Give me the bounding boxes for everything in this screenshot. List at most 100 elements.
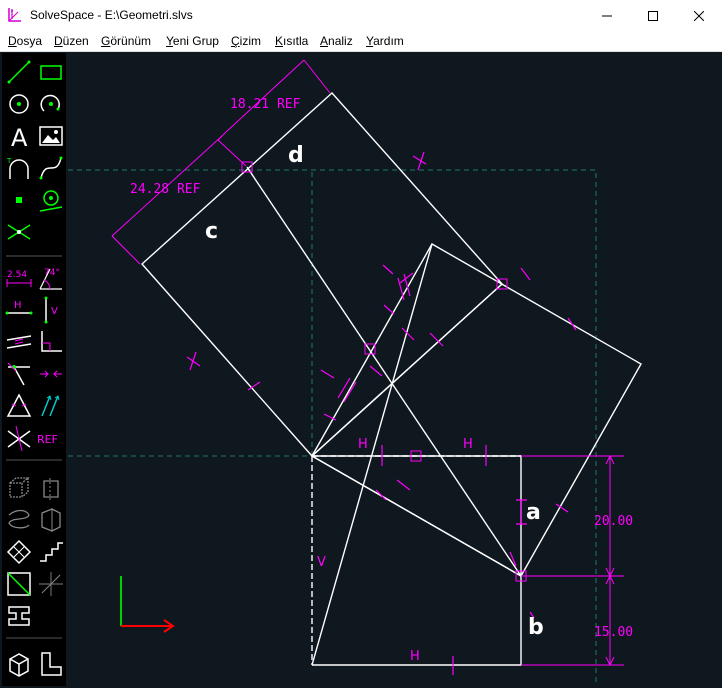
parallel-icon	[6, 335, 32, 349]
lower-diagonal[interactable]	[311, 455, 522, 577]
circle-tool-button[interactable]	[4, 89, 34, 119]
line-tool-button[interactable]	[4, 57, 34, 87]
reference-toggle-button[interactable]: REF	[36, 423, 66, 453]
symmetric-constraint-button[interactable]	[36, 359, 66, 389]
other-supplementary-angle-button[interactable]	[4, 423, 34, 453]
helix-button[interactable]	[4, 505, 34, 535]
lathe-button[interactable]	[36, 473, 66, 503]
bezier-tool-button[interactable]	[36, 153, 66, 183]
menu-gorunum[interactable]: Görünüm	[101, 34, 151, 48]
angle-icon: 74°	[39, 268, 62, 290]
equal-constraint-button[interactable]	[4, 391, 34, 421]
helix-icon	[8, 509, 30, 529]
dimension-lines	[111, 59, 624, 667]
menu-analiz[interactable]: Analiz	[320, 34, 353, 48]
menu-dosya[interactable]: Dosya	[8, 34, 42, 48]
vertical-constraint-button[interactable]: V	[36, 295, 66, 325]
text-icon: A	[11, 124, 28, 152]
rectangle-tool-button[interactable]	[36, 57, 66, 87]
menu-cizim[interactable]: Çizim	[231, 34, 261, 48]
cross-angle-icon	[7, 425, 31, 452]
svg-text:V: V	[51, 306, 58, 317]
point-on-line-constraint-button[interactable]	[4, 359, 34, 389]
dimension-top-ref[interactable]: 18.21 REF	[230, 97, 301, 112]
split-curves-icon	[7, 224, 31, 240]
diagonal-line[interactable]	[311, 283, 503, 457]
label-b: b	[528, 615, 544, 640]
tangent-arc-tool-button[interactable]: T	[4, 153, 34, 183]
construction-lines	[68, 169, 597, 682]
perpendicular-constraint-button[interactable]	[36, 327, 66, 357]
horizontal-constraint-button[interactable]: H	[4, 295, 34, 325]
workplane-view-button[interactable]	[4, 569, 34, 599]
sketch-svg[interactable]: 18.21 REF 24.28 REF 20.00 15.00 H H H V …	[68, 53, 722, 688]
angle-constraint-button[interactable]: 74°	[36, 263, 66, 293]
minimize-button[interactable]	[584, 0, 630, 31]
point-tool-button[interactable]	[4, 185, 34, 215]
long-diagonal[interactable]	[246, 166, 522, 577]
dimension-right-upper[interactable]: 20.00	[594, 514, 633, 529]
large-square[interactable]	[141, 92, 503, 457]
solid-view-button[interactable]	[4, 649, 34, 679]
rotate-view-button[interactable]	[36, 569, 66, 599]
svg-text:T: T	[6, 157, 12, 165]
vertical-label: V	[317, 555, 326, 570]
text-tool-button[interactable]: A	[4, 121, 34, 152]
menu-yeni-grup-accel: Y	[166, 34, 173, 48]
parallel-constraint-button[interactable]	[4, 327, 34, 357]
perpendicular-icon	[41, 331, 62, 352]
menu-yeni-grup[interactable]: Yeni Grup	[166, 34, 219, 48]
menu-yardim[interactable]: Yardım	[366, 34, 404, 48]
window-title: SolveSpace - E:\Geometri.slvs	[30, 8, 193, 22]
lathe-icon	[43, 478, 59, 500]
cross-line[interactable]	[311, 243, 433, 666]
label-a: a	[526, 500, 541, 525]
arc-tool-button[interactable]	[36, 89, 66, 119]
bottom-square[interactable]	[312, 455, 522, 666]
step-translate-button[interactable]	[36, 537, 66, 567]
menu-duzen-accel: D	[54, 34, 63, 48]
label-c: c	[205, 219, 218, 244]
assemble-button[interactable]	[4, 601, 34, 631]
dimension-left-ref[interactable]: 24.28 REF	[130, 182, 201, 197]
sketch-canvas[interactable]: 18.21 REF 24.28 REF 20.00 15.00 H H H V …	[68, 53, 722, 688]
orientation-icon	[41, 395, 60, 417]
same-orientation-constraint-button[interactable]	[36, 391, 66, 421]
extrude-button[interactable]	[4, 473, 34, 503]
nearest-isometric-view-button[interactable]	[4, 537, 34, 567]
sketch-geometry	[141, 92, 642, 666]
solvespace-app-icon	[8, 8, 21, 22]
menu-analiz-accel: A	[320, 34, 329, 48]
dimension-right-lower[interactable]: 15.00	[594, 625, 633, 640]
extrude-icon	[9, 477, 30, 498]
constraint-ticks	[186, 151, 577, 675]
title-bar: SolveSpace - E:\Geometri.slvs	[0, 0, 722, 31]
horizontal-label-3: H	[410, 649, 420, 664]
point-on-line-icon	[7, 362, 30, 386]
arc-icon	[40, 94, 60, 112]
menu-cizim-accel: Ç	[231, 34, 240, 48]
menu-kisitla-accel: K	[275, 34, 284, 48]
distance-constraint-button[interactable]: 2.54	[4, 263, 34, 293]
distance-icon: 2.54	[6, 270, 32, 287]
horizontal-icon: H	[5, 300, 33, 315]
menu-analiz-label: naliz	[328, 34, 353, 48]
menu-duzen[interactable]: Düzen	[54, 34, 89, 48]
menu-kisitla[interactable]: Kısıtla	[275, 34, 308, 48]
close-icon	[694, 10, 704, 21]
step-icon	[40, 542, 63, 562]
point-icon	[16, 197, 22, 203]
view-workplane-icon	[7, 572, 31, 596]
workplane-tool-button[interactable]	[36, 185, 66, 215]
right-square[interactable]	[311, 243, 642, 577]
maximize-button[interactable]	[630, 0, 676, 31]
revolve-button[interactable]	[36, 505, 66, 535]
axes-indicator	[120, 576, 175, 633]
menu-dosya-label: osya	[16, 34, 43, 48]
close-button[interactable]	[676, 0, 722, 31]
maximize-icon	[648, 10, 658, 21]
line-icon	[7, 60, 31, 84]
split-curves-tool-button[interactable]	[4, 217, 34, 247]
edge-view-button[interactable]	[36, 649, 66, 679]
image-tool-button[interactable]	[36, 121, 66, 151]
